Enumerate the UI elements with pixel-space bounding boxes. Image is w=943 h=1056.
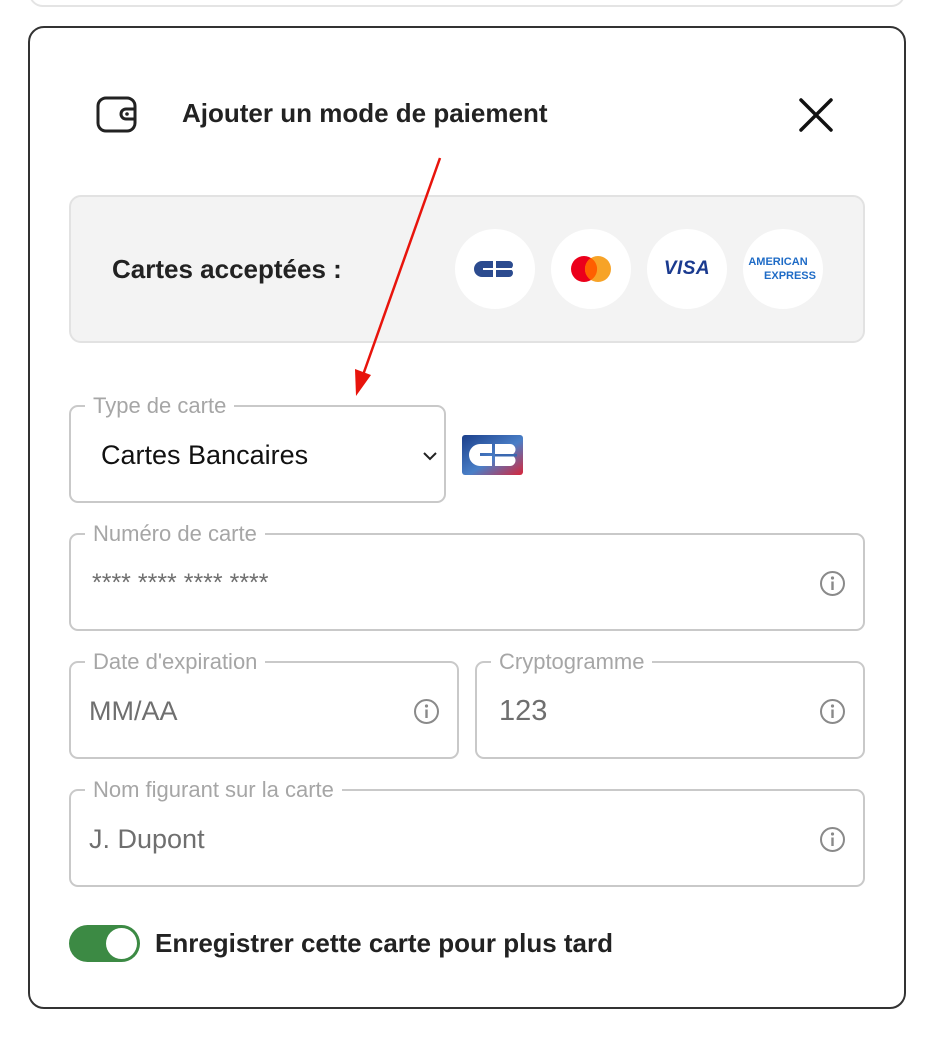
visa-logo: VISA	[647, 229, 727, 309]
dialog-title: Ajouter un mode de paiement	[182, 98, 548, 128]
cb-card-logo	[462, 435, 523, 475]
previous-card-edge	[29, 0, 905, 7]
expiry-date-label: Date d'expiration	[93, 649, 258, 674]
expiry-date-placeholder[interactable]: MM/AA	[89, 696, 178, 726]
cardholder-name-placeholder[interactable]: J. Dupont	[89, 824, 205, 854]
info-icon[interactable]	[819, 698, 846, 725]
card-number-label: Numéro de carte	[93, 521, 257, 546]
accepted-cards-label: Cartes acceptées :	[112, 254, 342, 284]
mastercard-logo-icon	[571, 256, 611, 282]
cb-logo-icon	[474, 261, 516, 277]
cardholder-name-label: Nom figurant sur la carte	[93, 777, 334, 802]
cvv-label: Cryptogramme	[499, 649, 645, 674]
amex-logo: AMERICAN EXPRESS	[743, 229, 823, 309]
card-number-placeholder[interactable]: **** **** **** ****	[92, 568, 269, 598]
save-card-toggle[interactable]	[69, 925, 140, 962]
card-type-label: Type de carte	[93, 393, 227, 418]
info-icon[interactable]	[819, 570, 846, 597]
cb-logo	[455, 229, 535, 309]
card-type-value[interactable]: Cartes Bancaires	[101, 440, 308, 470]
toggle-knob	[106, 928, 137, 959]
close-icon[interactable]	[797, 96, 835, 134]
visa-logo-text: VISA	[663, 258, 711, 279]
info-icon[interactable]	[819, 826, 846, 853]
save-card-label: Enregistrer cette carte pour plus tard	[155, 928, 614, 958]
amex-line-2: EXPRESS	[764, 270, 816, 282]
info-icon[interactable]	[413, 698, 440, 725]
wallet-icon	[96, 96, 137, 133]
amex-logo-text: AMERICAN EXPRESS	[748, 255, 816, 283]
mastercard-logo	[551, 229, 631, 309]
chevron-down-icon[interactable]	[420, 446, 440, 466]
amex-line-1: AMERICAN	[748, 256, 808, 268]
cvv-placeholder[interactable]: 123	[499, 696, 547, 726]
